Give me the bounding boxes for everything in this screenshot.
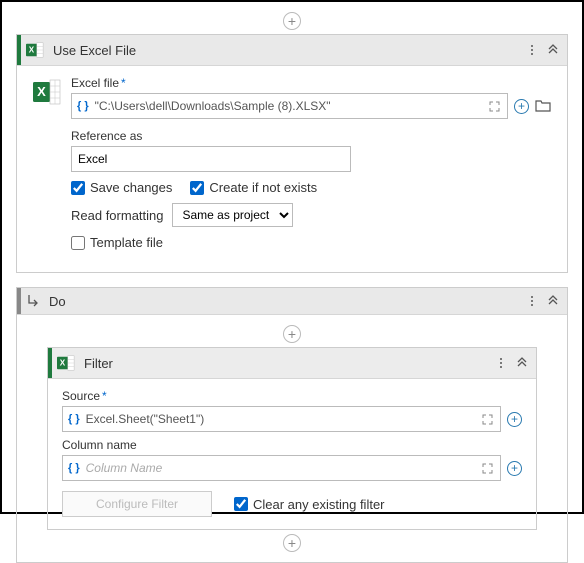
configure-filter-button: Configure Filter — [62, 491, 212, 517]
expression-braces-icon: { } — [68, 462, 80, 474]
save-changes-input[interactable] — [71, 181, 85, 195]
save-changes-label: Save changes — [90, 180, 172, 195]
excel-icon: X — [33, 78, 61, 106]
use-excel-body: X Excel file* { } "C:\Users\dell\Downloa… — [17, 66, 567, 272]
column-name-input[interactable]: { } Column Name — [62, 455, 501, 481]
reference-as-label: Reference as — [71, 129, 551, 143]
top-add-row: + — [16, 12, 568, 30]
excel-icon: X — [56, 353, 76, 373]
header-accent — [17, 288, 21, 314]
template-file-checkbox[interactable]: Template file — [71, 235, 163, 250]
header-actions — [496, 356, 528, 371]
use-excel-file-title: Use Excel File — [53, 43, 527, 58]
reference-as-input[interactable] — [71, 146, 351, 172]
source-label: Source* — [62, 389, 522, 403]
create-if-not-exists-input[interactable] — [190, 181, 204, 195]
source-value: Excel.Sheet("Sheet1") — [86, 412, 473, 426]
create-if-not-exists-checkbox[interactable]: Create if not exists — [190, 180, 317, 195]
template-file-input[interactable] — [71, 236, 85, 250]
header-accent — [17, 35, 21, 65]
use-excel-file-activity: X Use Excel File X Excel file* { } "C:\U… — [16, 34, 568, 273]
excel-file-value: "C:\Users\dell\Downloads\Sample (8).XLSX… — [95, 99, 480, 113]
filter-body: Source* { } Excel.Sheet("Sheet1") + Colu… — [48, 379, 536, 529]
do-title: Do — [49, 294, 527, 309]
folder-icon[interactable] — [535, 98, 551, 114]
clear-existing-filter-checkbox[interactable]: Clear any existing filter — [234, 497, 385, 512]
expression-braces-icon: { } — [68, 413, 80, 425]
svg-text:X: X — [37, 84, 46, 99]
add-activity-button-top[interactable]: + — [283, 12, 301, 30]
header-actions — [527, 294, 559, 309]
do-add-top: + — [47, 325, 537, 343]
do-arrow-icon — [25, 293, 41, 309]
header-actions — [527, 43, 559, 58]
expand-icon[interactable] — [486, 98, 502, 114]
read-formatting-label: Read formatting — [71, 208, 164, 223]
filter-header[interactable]: X Filter — [48, 348, 536, 379]
plus-icon[interactable]: + — [507, 461, 522, 476]
collapse-icon[interactable] — [516, 356, 528, 371]
svg-text:X: X — [60, 359, 66, 368]
excel-file-label: Excel file* — [71, 76, 551, 90]
options-menu-icon[interactable] — [496, 356, 506, 370]
create-if-not-exists-label: Create if not exists — [209, 180, 317, 195]
clear-existing-filter-label: Clear any existing filter — [253, 497, 385, 512]
excel-file-input[interactable]: { } "C:\Users\dell\Downloads\Sample (8).… — [71, 93, 508, 119]
use-excel-file-header[interactable]: X Use Excel File — [17, 35, 567, 66]
plus-icon[interactable]: + — [514, 99, 529, 114]
do-add-bottom: + — [47, 534, 537, 552]
excel-icon: X — [25, 40, 45, 60]
svg-text:X: X — [29, 46, 35, 55]
expand-icon[interactable] — [479, 411, 495, 427]
add-activity-button[interactable]: + — [283, 534, 301, 552]
column-name-placeholder: Column Name — [86, 461, 473, 475]
save-changes-checkbox[interactable]: Save changes — [71, 180, 172, 195]
read-formatting-select[interactable]: Same as project — [172, 203, 293, 227]
template-file-label: Template file — [90, 235, 163, 250]
column-name-label: Column name — [62, 438, 522, 452]
do-body: + X Filter Source* — [17, 315, 567, 562]
filter-activity: X Filter Source* { } Excel.Sheet("Sheet1… — [47, 347, 537, 530]
expression-braces-icon: { } — [77, 100, 89, 112]
options-menu-icon[interactable] — [527, 294, 537, 308]
source-input[interactable]: { } Excel.Sheet("Sheet1") — [62, 406, 501, 432]
options-menu-icon[interactable] — [527, 43, 537, 57]
header-accent — [48, 348, 52, 378]
add-activity-button[interactable]: + — [283, 325, 301, 343]
filter-title: Filter — [84, 356, 496, 371]
do-header[interactable]: Do — [17, 288, 567, 315]
plus-icon[interactable]: + — [507, 412, 522, 427]
collapse-icon[interactable] — [547, 43, 559, 58]
collapse-icon[interactable] — [547, 294, 559, 309]
do-activity: Do + X Filter — [16, 287, 568, 563]
clear-existing-filter-input[interactable] — [234, 497, 248, 511]
expand-icon[interactable] — [479, 460, 495, 476]
